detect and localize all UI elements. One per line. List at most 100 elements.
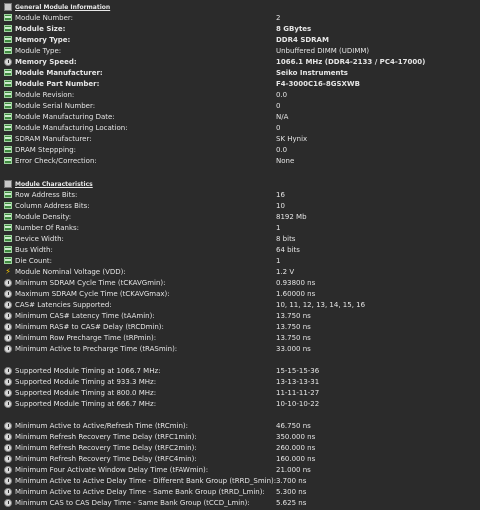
property-row[interactable]: Module Manufacturer: Seiko Instruments <box>0 67 480 78</box>
property-label: Module Number: <box>15 13 74 22</box>
property-label: Supported Module Timing at 666.7 MHz: <box>15 399 157 408</box>
property-row[interactable]: Minimum Refresh Recovery Time Delay (tRF… <box>0 453 480 464</box>
property-row[interactable]: Error Check/Correction: None <box>0 155 480 166</box>
property-label: Supported Module Timing at 933.3 MHz: <box>15 377 157 386</box>
ram-icon <box>4 224 12 231</box>
property-row[interactable]: Module Density: 8192 Mb <box>0 211 480 222</box>
property-row[interactable]: Column Address Bits: 10 <box>0 200 480 211</box>
property-row[interactable]: Supported Module Timing at 800.0 MHz: 11-… <box>0 387 480 398</box>
property-row[interactable]: DRAM Steppping: 0.0 <box>0 144 480 155</box>
property-value: 8 bits <box>276 234 296 243</box>
property-value: 2 <box>276 13 281 22</box>
property-row[interactable]: Supported Module Timing at 1066.7 MHz: 15… <box>0 365 480 376</box>
property-row[interactable]: Module Manufacturing Date: N/A <box>0 111 480 122</box>
clock-icon <box>4 289 12 298</box>
characteristics-rows: Row Address Bits: 16 Column Address Bits: 1… <box>0 189 480 354</box>
property-value: 1.60000 ns <box>276 289 316 298</box>
property-row[interactable]: Minimum Active to Precharge Time (tRASmi… <box>0 343 480 354</box>
property-row[interactable]: Minimum Row Precharge Time (tRPmin): 13.7… <box>0 332 480 343</box>
property-row[interactable]: Supported Module Timing at 933.3 MHz: 13-… <box>0 376 480 387</box>
property-row[interactable]: Supported Module Timing at 666.7 MHz: 10-… <box>0 398 480 409</box>
property-row[interactable]: Module Serial Number: 0 <box>0 100 480 111</box>
property-row[interactable]: Minimum Active to Active/Refresh Time (t… <box>0 420 480 431</box>
ram-icon <box>4 69 12 76</box>
ram-icon <box>4 246 12 253</box>
property-row[interactable]: Minimum Four Activate Window Delay Time … <box>0 464 480 475</box>
property-row[interactable]: Die Count: 1 <box>0 255 480 266</box>
property-value: 33.000 ns <box>276 344 311 353</box>
general-module-rows: Module Number: 2 Module Size: 8 GBytes Memor… <box>0 12 480 166</box>
property-row[interactable]: Maximum SDRAM Cycle Time (tCKAVGmax): 1.6… <box>0 288 480 299</box>
property-row[interactable]: Row Address Bits: 16 <box>0 189 480 200</box>
property-value: 5.300 ns <box>276 487 307 496</box>
property-row[interactable]: CAS# Latencies Supported: 10, 11, 12, 13,… <box>0 299 480 310</box>
ram-icon <box>4 191 12 198</box>
property-row[interactable]: Device Width: 8 bits <box>0 233 480 244</box>
property-label-cell: Module Manufacturer: <box>4 69 276 77</box>
ram-icon <box>4 80 12 87</box>
clock-icon <box>4 454 12 463</box>
property-row[interactable]: Module Number: 2 <box>0 12 480 23</box>
property-row[interactable]: Memory Type: DDR4 SDRAM <box>0 34 480 45</box>
property-row[interactable]: Module Type: Unbuffered DIMM (UDIMM) <box>0 45 480 56</box>
property-label: Minimum CAS to CAS Delay Time - Same Ban… <box>15 498 250 507</box>
property-value: 8 GBytes <box>276 24 312 33</box>
clock-icon <box>4 333 12 342</box>
ram-icon <box>4 47 12 54</box>
property-label-cell: Supported Module Timing at 666.7 MHz: <box>4 399 276 408</box>
property-label-cell: Device Width: <box>4 235 276 243</box>
property-label: DRAM Steppping: <box>15 145 77 154</box>
property-value: 10, 11, 12, 13, 14, 15, 16 <box>276 300 366 309</box>
property-label-cell: Minimum Refresh Recovery Time Delay (tRF… <box>4 454 276 463</box>
property-row[interactable]: Number Of Ranks: 1 <box>0 222 480 233</box>
property-row[interactable]: Module Revision: 0.0 <box>0 89 480 100</box>
clock-icon <box>4 344 12 353</box>
property-label: Minimum Row Precharge Time (tRPmin): <box>15 333 157 342</box>
property-label-cell: Bus Width: <box>4 246 276 254</box>
property-row[interactable]: Minimum Active to Active Delay Time - Sa… <box>0 486 480 497</box>
property-row[interactable]: Minimum Refresh Recovery Time Delay (tRF… <box>0 442 480 453</box>
property-label-cell: Column Address Bits: <box>4 202 276 210</box>
ram-icon <box>4 25 12 32</box>
property-row[interactable]: SDRAM Manufacturer: SK Hynix <box>0 133 480 144</box>
property-row[interactable]: Minimum Refresh Recovery Time Delay (tRF… <box>0 431 480 442</box>
property-row[interactable]: Minimum CAS to CAS Delay Time - Same Ban… <box>0 497 480 508</box>
property-label: Column Address Bits: <box>15 201 90 210</box>
delay-rows: Minimum Active to Active/Refresh Time (t… <box>0 420 480 508</box>
ram-icon <box>4 113 12 120</box>
property-value: None <box>276 156 295 165</box>
property-label-cell: Module Density: <box>4 213 276 221</box>
clock-icon <box>4 498 12 507</box>
property-value: SK Hynix <box>276 134 308 143</box>
property-row[interactable]: Module Size: 8 GBytes <box>0 23 480 34</box>
property-label-cell: Minimum Active to Precharge Time (tRASmi… <box>4 344 276 353</box>
property-row[interactable]: Minimum SDRAM Cycle Time (tCKAVGmin): 0.9… <box>0 277 480 288</box>
property-value: 16 <box>276 190 285 199</box>
property-row[interactable]: Minimum CAS# Latency Time (tAAmin): 13.75… <box>0 310 480 321</box>
property-value: 0.0 <box>276 90 288 99</box>
property-row[interactable]: Memory Speed: 1066.1 MHz (DDR4-2133 / PC4… <box>0 56 480 67</box>
property-label: Supported Module Timing at 1066.7 MHz: <box>15 366 161 375</box>
clock-icon <box>4 421 12 430</box>
property-row[interactable]: Module Manufacturing Location: 0 <box>0 122 480 133</box>
chip-icon <box>4 180 12 188</box>
property-row[interactable]: Bus Width: 64 bits <box>0 244 480 255</box>
property-label: Memory Speed: <box>15 57 77 66</box>
spd-details-panel: General Module Information Module Number… <box>0 2 480 510</box>
general-module-header[interactable]: General Module Information <box>0 2 480 12</box>
property-row[interactable]: Minimum Active to Active Delay Time - Di… <box>0 475 480 486</box>
property-label: Minimum RAS# to CAS# Delay (tRCDmin): <box>15 322 164 331</box>
property-row[interactable]: ⚡ Module Nominal Voltage (VDD): 1.2 V <box>0 266 480 277</box>
property-value: 10-10-10-22 <box>276 399 320 408</box>
property-label-cell: Supported Module Timing at 1066.7 MHz: <box>4 366 276 375</box>
property-row[interactable]: Minimum RAS# to CAS# Delay (tRCDmin): 13.… <box>0 321 480 332</box>
module-characteristics-header[interactable]: Module Characteristics <box>0 179 480 189</box>
clock-icon <box>4 443 12 452</box>
property-row[interactable]: Module Part Number: F4-3000C16-8GSXWB <box>0 78 480 89</box>
property-value: 160.000 ns <box>276 454 316 463</box>
property-label: Error Check/Correction: <box>15 156 97 165</box>
property-label: Module Manufacturer: <box>15 68 103 77</box>
property-value: 260.000 ns <box>276 443 316 452</box>
